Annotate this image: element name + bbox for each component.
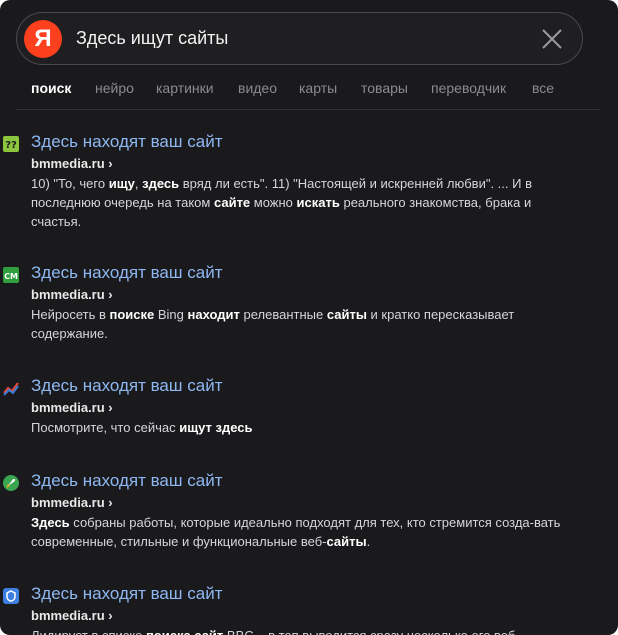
search-bar[interactable]: Я Здесь ищут сайты xyxy=(16,12,583,65)
tab-maps[interactable]: карты xyxy=(299,80,337,96)
snippet-highlight: сайты xyxy=(326,534,367,549)
tab-video[interactable]: видео xyxy=(238,80,277,96)
svg-text:??: ?? xyxy=(5,140,17,151)
tab-all[interactable]: все xyxy=(532,80,554,96)
tab-search[interactable]: поиск xyxy=(31,80,71,96)
tab-translator[interactable]: переводчик xyxy=(431,80,506,96)
result-snippet: Лидирует в списке поиска сайт BBC – в то… xyxy=(31,626,579,635)
shield-badge-icon xyxy=(3,588,19,604)
tab-neuro[interactable]: нейро xyxy=(95,80,134,96)
result-title-link[interactable]: Здесь находят ваш сайт xyxy=(31,471,222,491)
question-badge-icon: ?? xyxy=(3,136,19,152)
close-icon[interactable] xyxy=(541,28,563,50)
snippet-highlight: искать xyxy=(296,195,340,210)
snippet-highlight: ищут здесь xyxy=(179,420,253,435)
tab-products[interactable]: товары xyxy=(361,80,408,96)
rocket-icon xyxy=(3,475,19,491)
result-domain-link[interactable]: bmmedia.ru › xyxy=(31,156,113,171)
result-title-link[interactable]: Здесь находят ваш сайт xyxy=(31,263,222,283)
search-input[interactable]: Здесь ищут сайты xyxy=(76,28,228,49)
result-snippet: 10) "То, чего ищу, здесь вряд ли есть". … xyxy=(31,174,579,231)
svg-text:CM: CM xyxy=(4,272,18,281)
snippet-text: можно xyxy=(250,195,297,210)
result-domain-link[interactable]: bmmedia.ru › xyxy=(31,608,113,623)
result-title-link[interactable]: Здесь находят ваш сайт xyxy=(31,584,222,604)
search-tabs: поиск нейро картинки видео карты товары … xyxy=(16,80,600,110)
snippet-highlight: здесь xyxy=(142,176,180,191)
snippet-highlight: сайте xyxy=(213,195,251,210)
snippet-text: BBC – в топ выводится сразу несколько ег… xyxy=(223,628,520,635)
yandex-logo[interactable]: Я xyxy=(24,20,62,58)
snippet-text: Bing xyxy=(154,307,188,322)
result-title-link[interactable]: Здесь находят ваш сайт xyxy=(31,132,222,152)
snippet-text: . xyxy=(366,534,371,549)
snippet-text: 10) "То, чего xyxy=(31,176,109,191)
snippet-highlight: ищу xyxy=(108,176,135,191)
snippet-highlight: сайты xyxy=(326,307,367,322)
trend-chart-icon xyxy=(3,382,19,396)
search-results-window: Я Здесь ищут сайты поиск нейро картинки … xyxy=(0,0,618,635)
snippet-text: собраны работы, которые идеально подходя… xyxy=(31,515,561,549)
snippet-highlight: Здесь xyxy=(31,515,70,530)
result-title-link[interactable]: Здесь находят ваш сайт xyxy=(31,376,222,396)
tab-images[interactable]: картинки xyxy=(156,80,214,96)
result-domain-link[interactable]: bmmedia.ru › xyxy=(31,495,113,510)
snippet-text: Лидирует в списке xyxy=(31,628,146,635)
result-snippet: Посмотрите, что сейчас ищут здесь xyxy=(31,418,579,437)
result-domain-link[interactable]: bmmedia.ru › xyxy=(31,400,113,415)
result-domain-link[interactable]: bmmedia.ru › xyxy=(31,287,113,302)
result-snippet: Здесь собраны работы, которые идеально п… xyxy=(31,513,579,551)
snippet-text: Нейросеть в xyxy=(31,307,110,322)
snippet-text: релевантные xyxy=(239,307,327,322)
cm-badge-icon: CM xyxy=(3,267,19,283)
snippet-text: Посмотрите, что сейчас xyxy=(31,420,180,435)
snippet-highlight: находит xyxy=(187,307,240,322)
snippet-highlight: поиске xyxy=(109,307,155,322)
snippet-highlight: поиска сайт xyxy=(146,628,223,635)
result-snippet: Нейросеть в поиске Bing находит релевант… xyxy=(31,305,579,343)
